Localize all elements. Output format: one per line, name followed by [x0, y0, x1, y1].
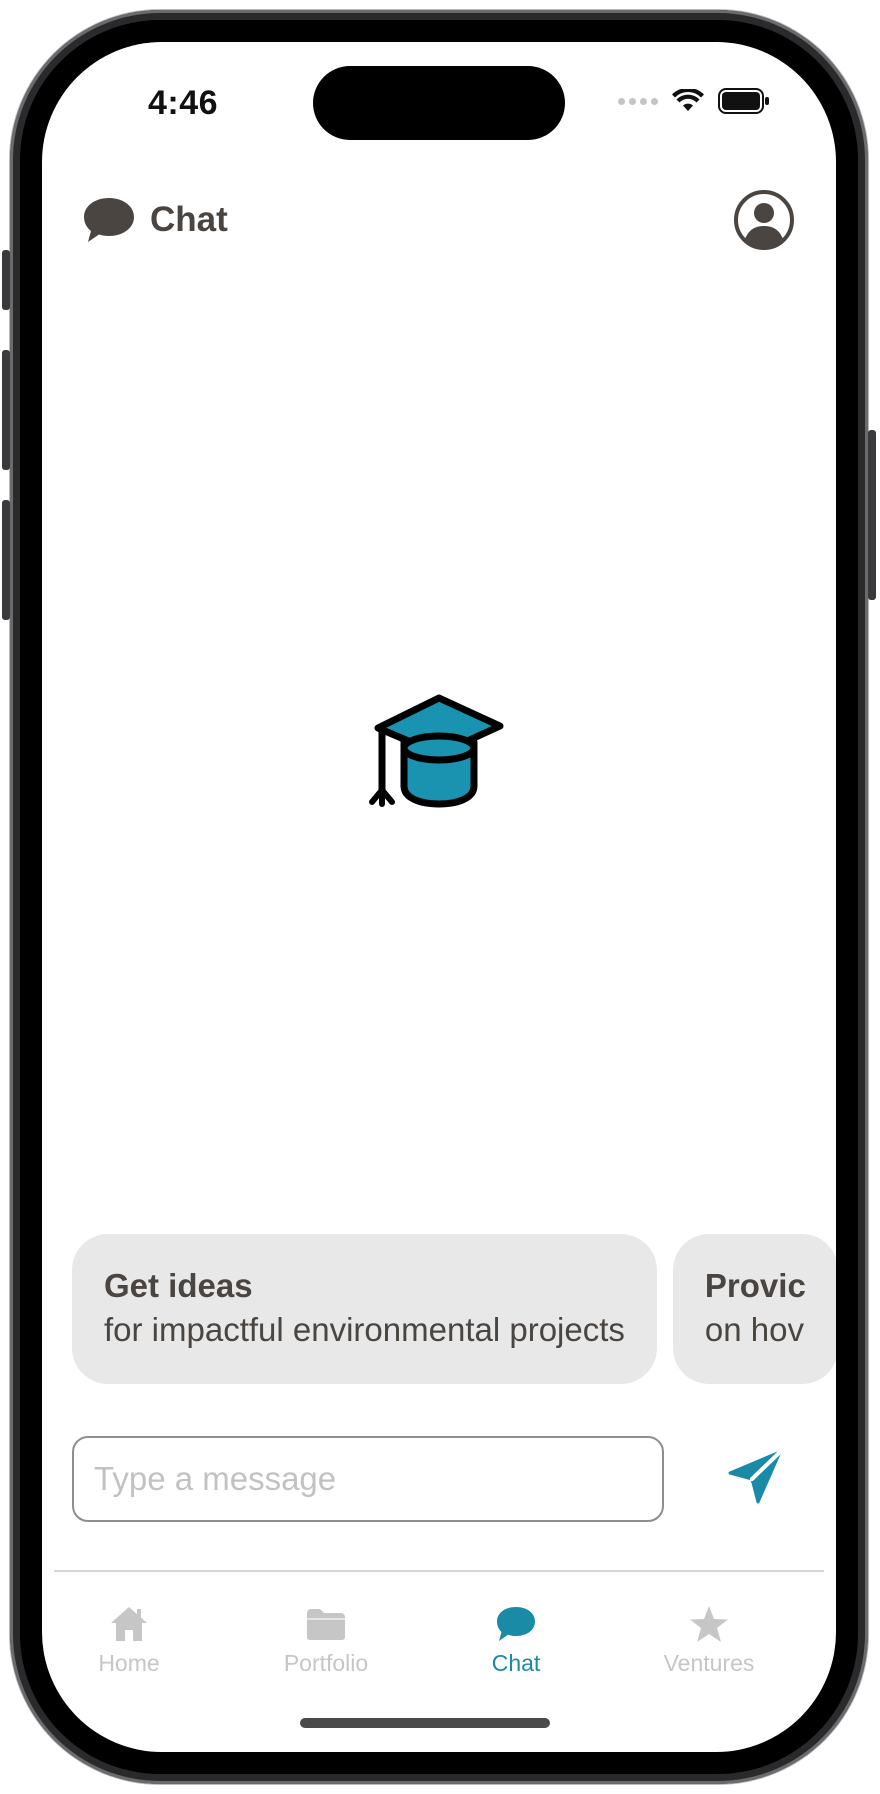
- suggestion-subtitle: for impactful environmental projects: [104, 1311, 625, 1348]
- home-icon: [111, 1607, 147, 1641]
- wifi-icon: [672, 89, 704, 111]
- battery-icon: [718, 88, 769, 114]
- suggestion-carousel: Get ideas for impactful environmental pr…: [72, 1234, 836, 1384]
- page-title: Chat: [150, 200, 228, 239]
- device-button: [2, 500, 10, 620]
- send-icon: [728, 1450, 782, 1504]
- message-composer: [72, 1436, 806, 1522]
- tab-ventures[interactable]: Ventures: [629, 1602, 789, 1698]
- suggestion-subtitle: on hov: [704, 1311, 804, 1348]
- device-button: [2, 350, 10, 470]
- tab-portfolio[interactable]: Portfolio: [246, 1602, 406, 1698]
- suggestion-title: Provic: [704, 1267, 806, 1304]
- tab-chat[interactable]: Chat: [436, 1602, 596, 1698]
- app-header: Chat: [82, 188, 796, 252]
- graduation-cap-icon: [354, 692, 524, 812]
- send-button[interactable]: [726, 1448, 786, 1508]
- tab-bar: Home Portfolio Chat Ventures: [42, 1602, 836, 1698]
- profile-circle-icon: [734, 190, 794, 250]
- tab-label: Home: [98, 1650, 160, 1676]
- suggestion-card[interactable]: Provic on hov: [672, 1234, 836, 1384]
- tab-label: Ventures: [663, 1650, 755, 1676]
- status-icons: [618, 88, 770, 114]
- app-screen: 4:46 Chat Get ideas for impactful enviro…: [42, 42, 836, 1752]
- chat-bubble-icon: [84, 198, 134, 242]
- tab-home[interactable]: Home: [49, 1602, 209, 1698]
- suggestion-card[interactable]: Get ideas for impactful environmental pr…: [72, 1234, 657, 1384]
- tabbar-divider: [54, 1570, 824, 1572]
- status-time: 4:46: [148, 84, 219, 122]
- profile-button[interactable]: [732, 188, 796, 252]
- chat-bubble-icon: [497, 1607, 535, 1641]
- home-indicator[interactable]: [300, 1718, 550, 1728]
- tab-label: Chat: [491, 1650, 541, 1676]
- message-input[interactable]: [72, 1436, 664, 1522]
- star-icon: [690, 1606, 728, 1642]
- dynamic-island: [313, 66, 565, 140]
- folder-icon: [307, 1609, 345, 1640]
- header-title-group: Chat: [82, 188, 228, 252]
- suggestion-title: Get ideas: [104, 1267, 253, 1304]
- cellular-signal-icon: [618, 97, 658, 105]
- tab-label: Portfolio: [283, 1650, 369, 1676]
- device-button: [868, 430, 876, 600]
- device-button: [2, 250, 10, 310]
